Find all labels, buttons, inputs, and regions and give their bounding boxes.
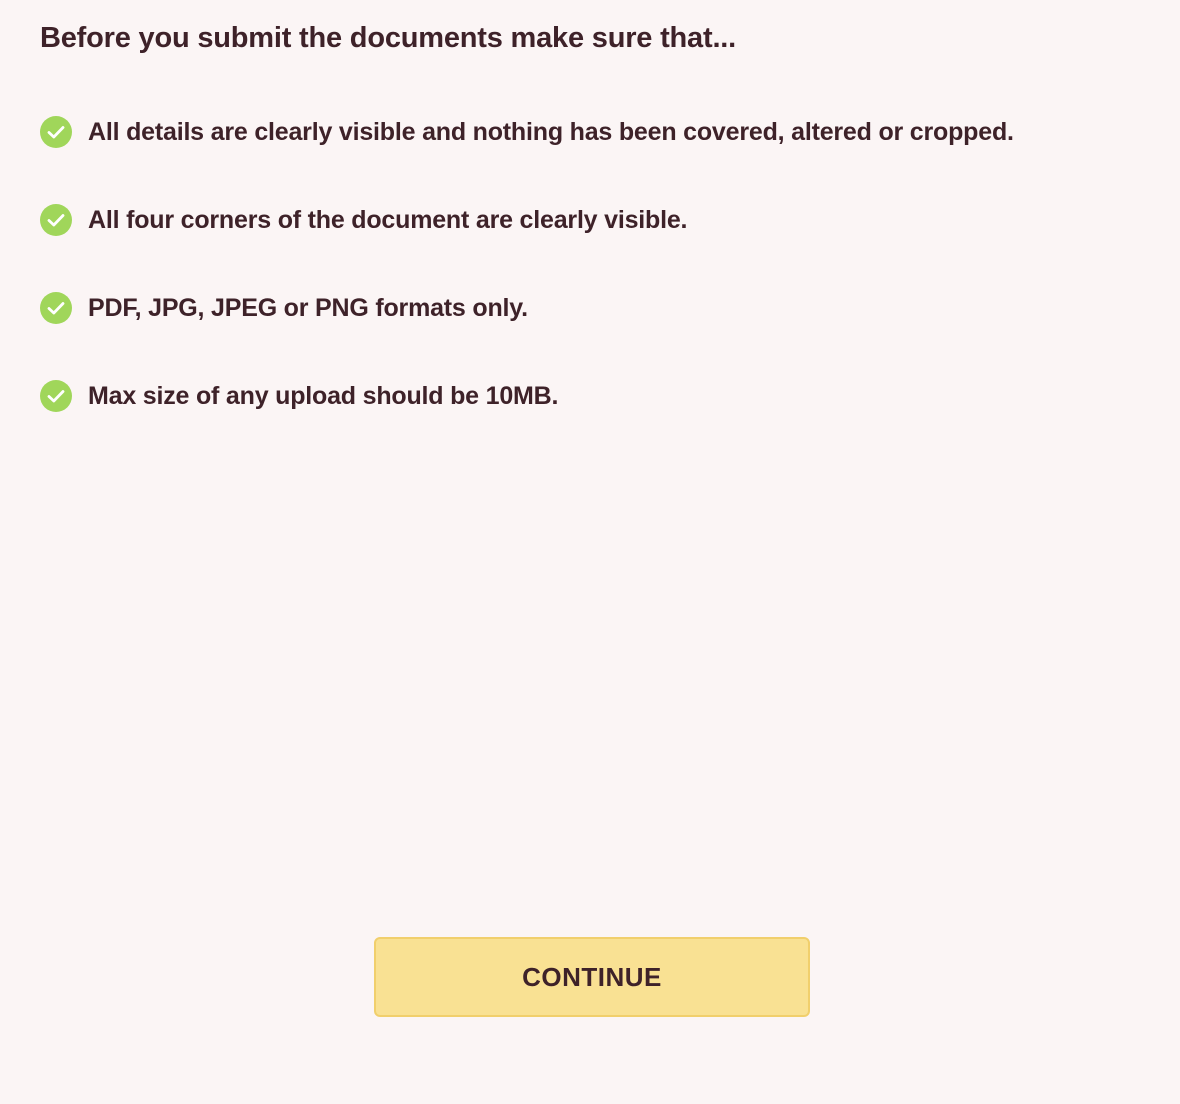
check-circle-icon [40,204,72,236]
checklist-item: PDF, JPG, JPEG or PNG formats only. [40,288,1014,328]
check-circle-icon [40,116,72,148]
checklist-item: Max size of any upload should be 10MB. [40,376,1014,416]
checklist-item-text: Max size of any upload should be 10MB. [88,381,559,410]
check-circle-icon [40,292,72,324]
page-title: Before you submit the documents make sur… [40,22,737,54]
requirements-checklist: All details are clearly visible and noth… [40,112,1014,464]
continue-button[interactable]: CONTINUE [374,937,810,1017]
check-circle-icon [40,380,72,412]
checklist-item-text: PDF, JPG, JPEG or PNG formats only. [88,293,528,322]
checklist-item-text: All details are clearly visible and noth… [88,117,1014,146]
checklist-item-text: All four corners of the document are cle… [88,205,688,234]
checklist-item: All four corners of the document are cle… [40,200,1014,240]
checklist-item: All details are clearly visible and noth… [40,112,1014,152]
